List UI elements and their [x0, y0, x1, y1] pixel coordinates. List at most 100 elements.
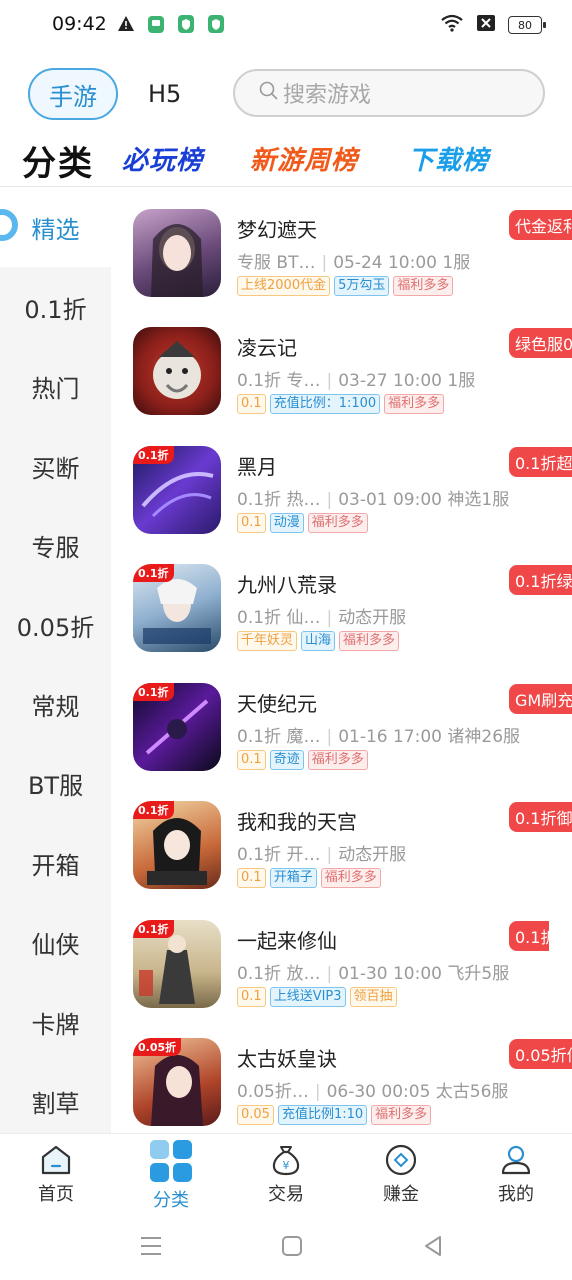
nav-category[interactable]: 分类: [131, 1140, 211, 1212]
nav-mine[interactable]: 我的: [476, 1142, 556, 1206]
sidebar-item-open-box[interactable]: 开箱: [0, 823, 111, 903]
promo-badge: 0.05折仙: [509, 1039, 572, 1069]
sidebar-item-featured[interactable]: 精选: [0, 187, 111, 267]
system-nav-bar: [0, 1213, 572, 1280]
tag: 0.1: [237, 513, 266, 533]
game-meta: 0.1折 热… | 03-01 09:00 神选1服: [237, 490, 510, 510]
category-header: 分类 必玩榜 新游周榜 下载榜: [0, 136, 572, 184]
promo-badge: 代金返利: [509, 210, 572, 240]
category-icon: [147, 1138, 195, 1184]
list-item[interactable]: 0.05折 太古妖皇诀 0.05折… | 06-30 00:05 太古56服 0.0…: [111, 1016, 572, 1133]
search-input[interactable]: 搜索游戏: [233, 69, 545, 117]
svg-text:¥: ¥: [283, 1159, 290, 1172]
tag: 开箱子: [269, 868, 317, 888]
sidebar-item-0.05-discount[interactable]: 0.05折: [0, 585, 111, 665]
promo-badge: 0.1折超燃: [509, 447, 572, 477]
tag: 充值比例：1:100: [269, 394, 381, 414]
game-tags: 0.1 上线送VIP3 领百抽: [237, 987, 397, 1007]
sidebar-item-mowing[interactable]: 割草: [0, 1061, 111, 1141]
game-icon: 0.05折: [133, 1038, 221, 1126]
rank-must-play[interactable]: 必玩榜: [122, 140, 203, 177]
home-square-icon[interactable]: [279, 1233, 305, 1259]
tag: 福利多多: [307, 513, 368, 533]
game-tags: 0.1 充值比例：1:100 福利多多: [237, 394, 445, 414]
promo-badge: 绿色服0: [509, 328, 572, 358]
discount-badge: 0.1折: [133, 920, 174, 938]
sidebar-item-xianxia[interactable]: 仙侠: [0, 902, 111, 982]
game-name: 天使纪元: [237, 692, 317, 716]
list-item[interactable]: 0.1折 我和我的天宫 0.1折 开… | 动态开服 0.1 开箱子 福利多多 0.…: [111, 779, 572, 897]
tag: 上线送VIP3: [269, 987, 346, 1007]
game-tags: 0.05 充值比例1:10 福利多多: [237, 1105, 432, 1125]
game-tags: 上线2000代金 5万勾玉 福利多多: [237, 276, 454, 296]
user-icon: [498, 1142, 534, 1178]
tab-h5[interactable]: H5: [148, 80, 181, 108]
tag: 0.1: [237, 868, 266, 888]
tag: 领百抽: [349, 987, 397, 1007]
promo-badge: 0.1折: [509, 921, 549, 951]
sidebar-item-bt-server[interactable]: BT服: [0, 743, 111, 823]
list-item[interactable]: 0.1折 一起来修仙 0.1折 放… | 01-30 10:00 飞升5服 0.1 …: [111, 898, 572, 1016]
game-icon: 0.1折: [133, 446, 221, 534]
wifi-icon: [440, 14, 464, 36]
list-item[interactable]: 0.1折 天使纪元 0.1折 魔… | 01-16 17:00 诸神26服 0.1 …: [111, 661, 572, 779]
nav-earn[interactable]: 赚金: [361, 1142, 441, 1206]
tag: 0.1: [237, 987, 266, 1007]
tag: 上线2000代金: [237, 276, 331, 296]
tag: 0.05: [237, 1105, 274, 1125]
battery-icon: 80: [508, 16, 546, 34]
rank-downloads[interactable]: 下载榜: [408, 140, 489, 177]
tag: 充值比例1:10: [277, 1105, 368, 1125]
discount-badge: 0.1折: [133, 446, 174, 464]
shield-icon: [206, 14, 226, 34]
sidebar-item-hot[interactable]: 热门: [0, 346, 111, 426]
sidebar-item-special-server[interactable]: 专服: [0, 505, 111, 585]
active-indicator: [0, 209, 18, 241]
tag: 动漫: [269, 513, 304, 533]
promo-badge: 0.1折御兽: [509, 802, 572, 832]
discount-badge: 0.1折: [133, 683, 174, 701]
menu-icon[interactable]: [138, 1233, 164, 1259]
app-notify-icon: [146, 14, 166, 34]
promo-badge: GM刷充0: [509, 684, 572, 714]
sidebar-item-buyout[interactable]: 买断: [0, 426, 111, 506]
rank-new-weekly[interactable]: 新游周榜: [250, 140, 358, 177]
money-bag-icon: ¥: [268, 1142, 304, 1178]
nav-home[interactable]: 首页: [16, 1142, 96, 1206]
game-icon: 0.1折: [133, 801, 221, 889]
game-meta: 专服 BT… | 05-24 10:00 1服: [237, 253, 471, 273]
shield-icon: [176, 14, 196, 34]
sidebar-item-0.1-discount[interactable]: 0.1折: [0, 267, 111, 347]
tag: 福利多多: [384, 394, 445, 414]
tag: 山海: [301, 631, 336, 651]
game-list: 梦幻遮天 专服 BT… | 05-24 10:00 1服 上线2000代金 5万勾玉…: [111, 187, 572, 1133]
game-name: 凌云记: [237, 336, 297, 360]
game-icon: [133, 209, 221, 297]
game-tags: 0.1 奇迹 福利多多: [237, 750, 368, 770]
search-placeholder: 搜索游戏: [283, 83, 372, 108]
discount-badge: 0.05折: [133, 1038, 182, 1056]
game-tags: 千年妖灵 山海 福利多多: [237, 631, 400, 651]
back-icon[interactable]: [420, 1233, 446, 1259]
sidebar-item-regular[interactable]: 常规: [0, 664, 111, 744]
game-meta: 0.1折 仙… | 动态开服: [237, 608, 407, 628]
game-name: 我和我的天宫: [237, 810, 357, 834]
tab-mobile-games[interactable]: 手游: [28, 68, 118, 120]
game-icon: [133, 327, 221, 415]
tag: 福利多多: [339, 631, 400, 651]
sidebar-item-card[interactable]: 卡牌: [0, 982, 111, 1062]
tag: 0.1: [237, 750, 266, 770]
discount-badge: 0.1折: [133, 564, 174, 582]
promo-badge: 0.1折绿色: [509, 565, 572, 595]
nav-trade[interactable]: ¥ 交易: [246, 1142, 326, 1206]
list-item[interactable]: 0.1折 黑月 0.1折 热… | 03-01 09:00 神选1服 0.1 动漫 …: [111, 424, 572, 542]
list-item[interactable]: 凌云记 0.1折 专… | 03-27 10:00 1服 0.1 充值比例：1:10…: [111, 305, 572, 423]
tag: 福利多多: [371, 1105, 432, 1125]
game-meta: 0.1折 魔… | 01-16 17:00 诸神26服: [237, 727, 521, 747]
tag: 福利多多: [393, 276, 454, 296]
tag: 0.1: [237, 394, 266, 414]
list-item[interactable]: 0.1折 九州八荒录 0.1折 仙… | 动态开服 千年妖灵 山海 福利多多 0.1…: [111, 542, 572, 660]
tag: 奇迹: [269, 750, 304, 770]
list-item[interactable]: 梦幻遮天 专服 BT… | 05-24 10:00 1服 上线2000代金 5万勾玉…: [111, 187, 572, 305]
home-icon: [38, 1142, 74, 1178]
